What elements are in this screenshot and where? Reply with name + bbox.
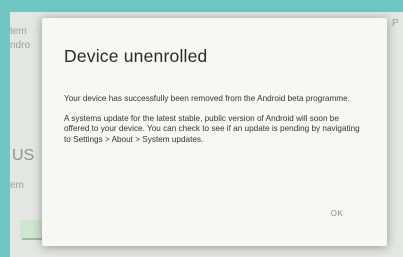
background-text-right: P	[392, 18, 399, 29]
unenroll-dialog: Device unenrolled Your device has succes…	[42, 18, 387, 246]
background-text-line: ndro	[10, 40, 31, 51]
background-text-line: tem	[10, 26, 27, 37]
background-text-line: em	[10, 180, 24, 191]
dialog-message: Your device has successfully been remove…	[64, 94, 350, 103]
dialog-title: Device unenrolled	[64, 46, 208, 66]
dialog-message: A systems update for the latest stable, …	[64, 113, 360, 144]
ok-button[interactable]: OK	[317, 202, 357, 224]
dialog-body: Your device has successfully been remove…	[64, 94, 364, 154]
device-frame: tem ndro US em P Device unenrolled Your …	[0, 0, 403, 257]
background-heading: US	[12, 147, 35, 164]
